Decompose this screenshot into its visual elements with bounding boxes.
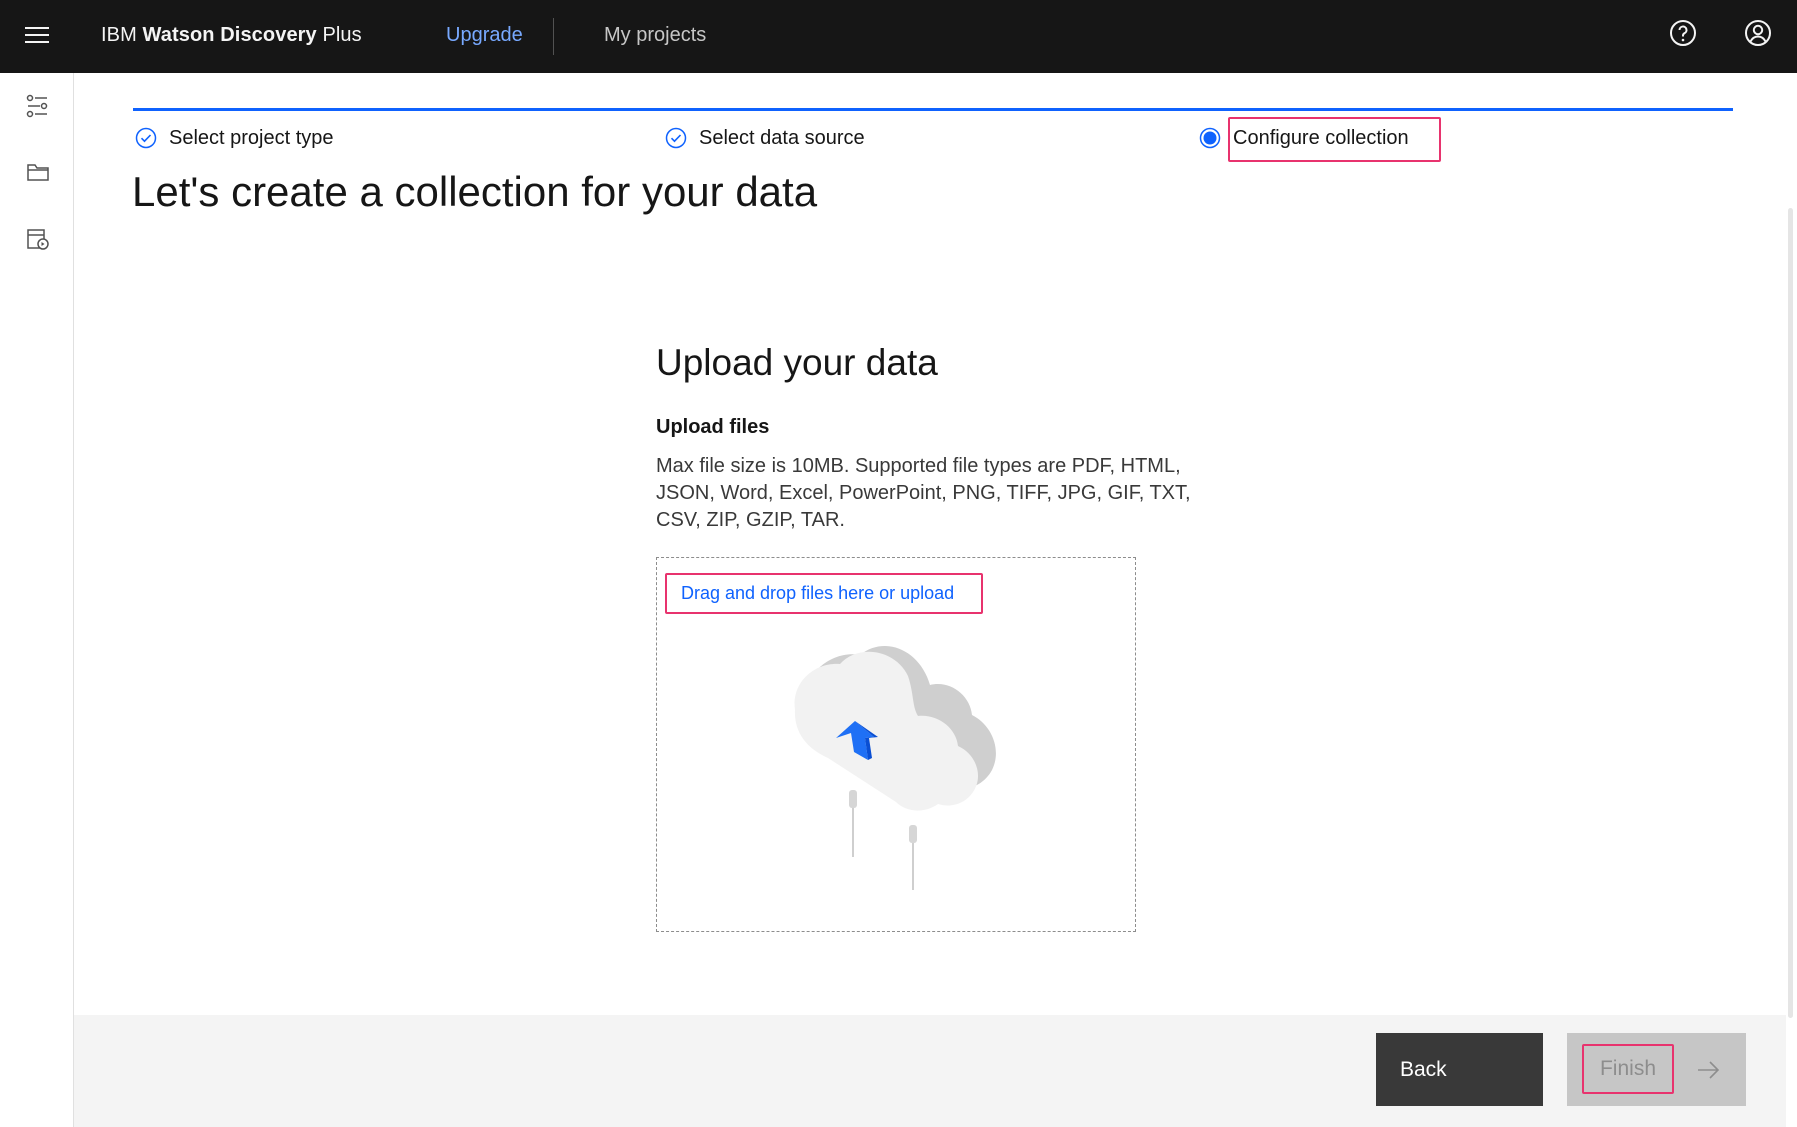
brand-suffix: Plus — [322, 24, 362, 46]
upload-title: Upload your data — [656, 342, 938, 383]
help-icon[interactable] — [1668, 18, 1698, 48]
side-nav — [0, 73, 74, 1127]
brand-prefix: IBM — [101, 24, 137, 46]
progress-bar — [133, 108, 1733, 111]
folder-icon[interactable] — [25, 159, 51, 185]
scrollbar-thumb[interactable] — [1788, 208, 1793, 1018]
current-step-icon — [1199, 127, 1221, 149]
page-title: Let's create a collection for your data — [132, 168, 818, 215]
brand-product: Watson Discovery — [142, 24, 317, 46]
data-collection-icon[interactable] — [25, 226, 51, 252]
upload-files-heading: Upload files — [656, 416, 770, 438]
top-header: IBM Watson Discovery Plus Upgrade My pro… — [0, 0, 1797, 73]
checkmark-outline-icon — [665, 127, 687, 149]
checkmark-outline-icon — [135, 127, 157, 149]
upgrade-link[interactable]: Upgrade — [446, 24, 523, 47]
scrollbar[interactable] — [1786, 73, 1797, 1127]
cloud-upload-illustration — [794, 646, 996, 890]
brand-name[interactable]: IBM Watson Discovery Plus — [101, 24, 362, 47]
settings-adjust-icon[interactable] — [25, 93, 51, 119]
upload-description: Max file size is 10MB. Supported file ty… — [656, 455, 1191, 531]
menu-icon[interactable] — [22, 24, 52, 46]
step-configure-collection[interactable]: Configure collection — [1199, 122, 1409, 154]
header-divider — [553, 18, 554, 55]
upload-link[interactable]: Drag and drop files here or upload — [665, 573, 983, 614]
step-label: Select data source — [699, 126, 865, 149]
step-select-data-source[interactable]: Select data source — [665, 122, 865, 154]
back-button[interactable]: Back — [1376, 1033, 1543, 1106]
finish-button-label[interactable]: Finish — [1582, 1044, 1674, 1094]
arrow-right-icon — [1698, 1061, 1720, 1079]
step-select-project-type[interactable]: Select project type — [135, 122, 334, 154]
my-projects-link[interactable]: My projects — [604, 24, 706, 47]
step-label: Configure collection — [1233, 126, 1409, 149]
user-avatar-icon[interactable] — [1743, 18, 1773, 48]
step-label: Select project type — [169, 126, 334, 149]
